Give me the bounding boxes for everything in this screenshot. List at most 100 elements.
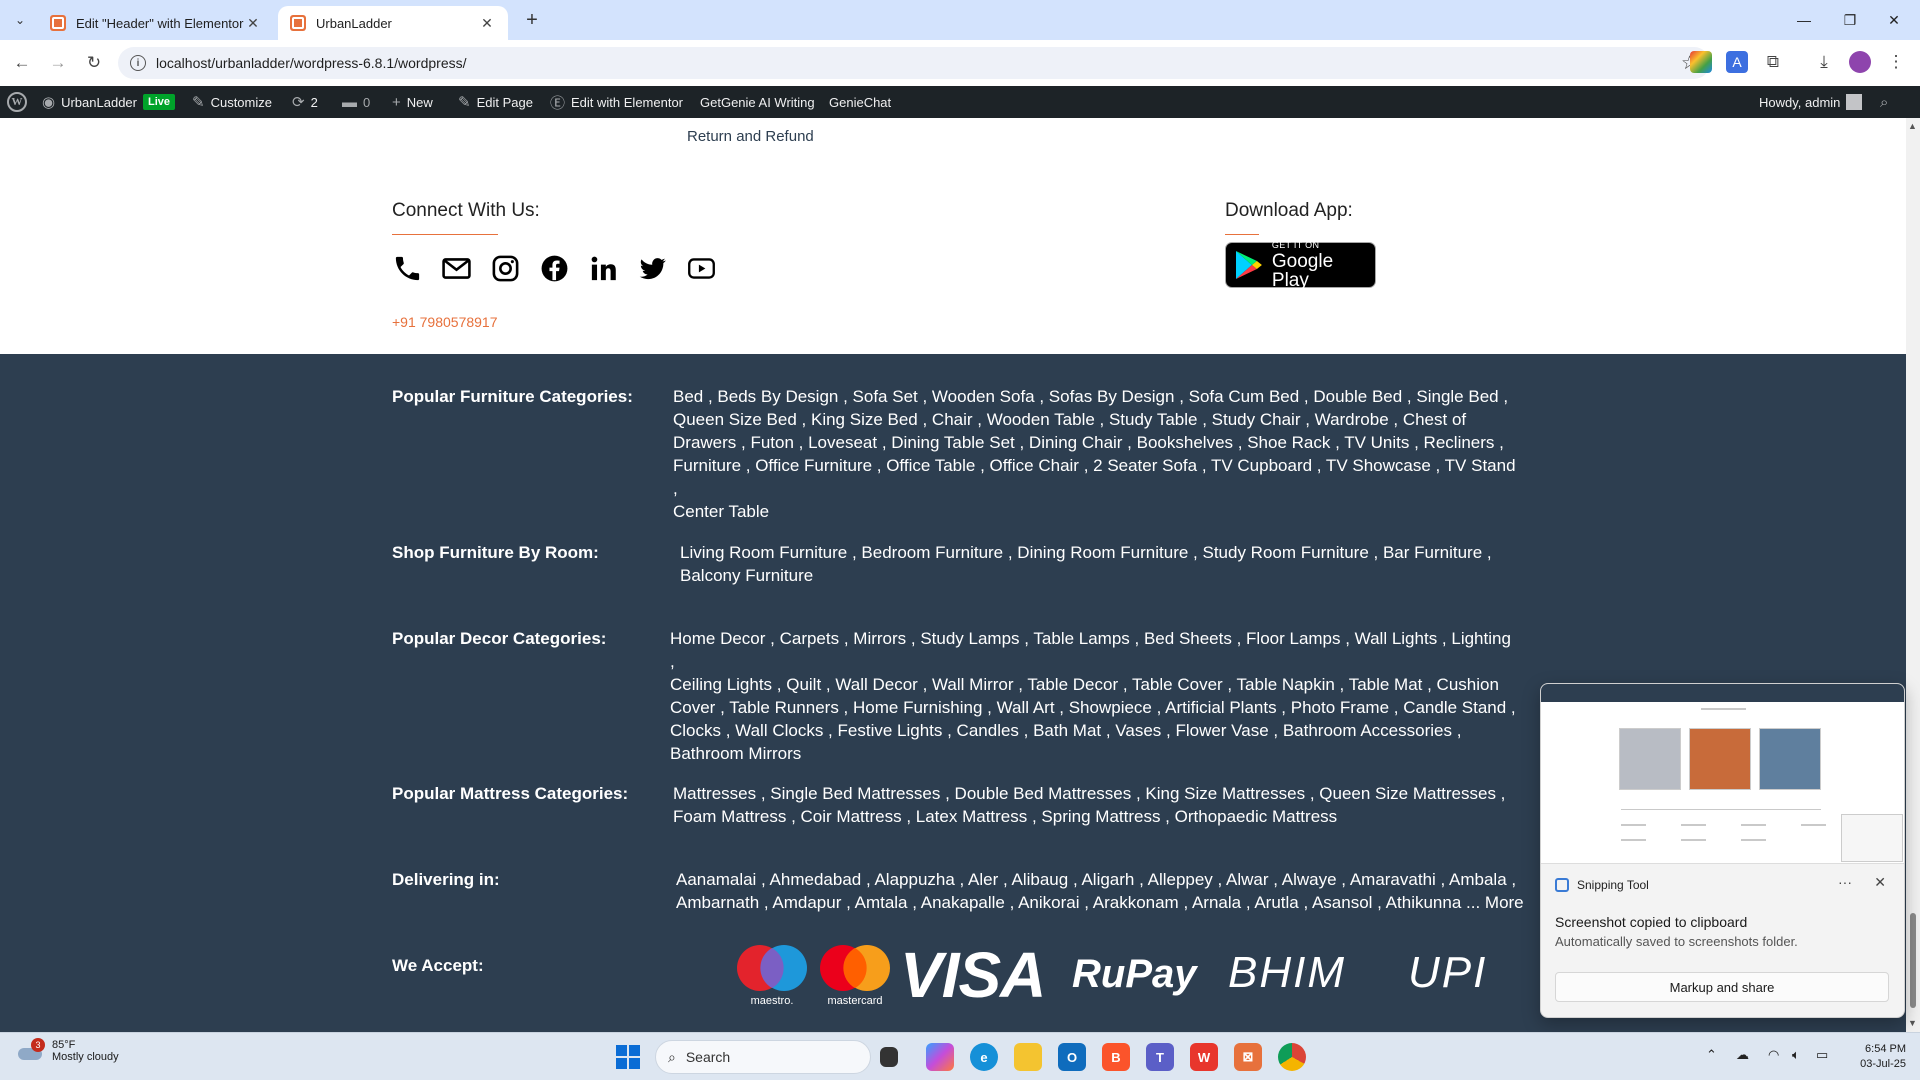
admin-comments[interactable]: ▬ 0 <box>342 86 370 118</box>
url-text[interactable]: localhost/urbanladder/wordpress-6.8.1/wo… <box>156 55 467 71</box>
tab-search-chevron-icon[interactable]: ⌄ <box>8 8 32 32</box>
edge-icon[interactable]: e <box>970 1043 998 1071</box>
copilot-icon[interactable] <box>926 1043 954 1071</box>
extensions-puzzle-icon[interactable]: ⧉ <box>1762 51 1784 73</box>
back-arrow-icon[interactable]: ← <box>8 49 36 77</box>
forward-arrow-icon[interactable]: → <box>44 49 72 77</box>
tab-urbanladder[interactable]: UrbanLadder ✕ <box>278 6 508 40</box>
list-line[interactable]: Bathroom Mirrors <box>670 742 1520 765</box>
taskbar-search[interactable]: ⌕ Search <box>655 1040 871 1074</box>
list-line[interactable]: Ambarnath , Amdapur , Amtala , Anakapall… <box>676 891 1526 914</box>
onedrive-icon[interactable]: ☁ <box>1736 1047 1749 1063</box>
wifi-icon[interactable]: ◠ <box>1768 1047 1779 1063</box>
close-icon[interactable]: ✕ <box>244 15 262 32</box>
window-close-icon[interactable]: ✕ <box>1874 6 1914 34</box>
new-tab-plus-icon[interactable]: + <box>520 8 544 32</box>
admin-search-icon[interactable]: ⌕ <box>1880 86 1888 118</box>
screenshot-thumbnail[interactable] <box>1541 684 1904 864</box>
list-line[interactable]: Aanamalai , Ahmedabad , Alappuzha , Aler… <box>676 868 1526 891</box>
file-explorer-icon[interactable] <box>1014 1043 1042 1071</box>
minimize-icon[interactable]: — <box>1784 6 1824 34</box>
scroll-down-arrow-icon[interactable]: ▼ <box>1908 1018 1917 1028</box>
teams-icon[interactable]: T <box>1146 1043 1174 1071</box>
admin-site-name[interactable]: ◉ UrbanLadder Live <box>42 86 175 118</box>
browser-tab-bar: ⌄ Edit "Header" with Elementor ✕ UrbanLa… <box>0 0 1920 40</box>
linkedin-icon[interactable] <box>588 253 619 284</box>
admin-getgenie[interactable]: GetGenie AI Writing <box>700 86 815 118</box>
list-line[interactable]: Furniture , Office Furniture , Office Ta… <box>673 454 1523 500</box>
mail-icon[interactable] <box>441 253 472 284</box>
scrollbar-thumb[interactable] <box>1910 913 1916 1008</box>
outlook-icon[interactable]: O <box>1058 1043 1086 1071</box>
list-line[interactable]: Ceiling Lights , Quilt , Wall Decor , Wa… <box>670 673 1520 696</box>
brush-icon: ✎ <box>192 94 205 111</box>
list-line[interactable]: Mattresses , Single Bed Mattresses , Dou… <box>673 782 1523 805</box>
reload-icon[interactable]: ↻ <box>80 49 108 77</box>
admin-updates[interactable]: ⟳ 2 <box>292 86 318 118</box>
thumbnail-image <box>1841 814 1903 862</box>
chrome-icon[interactable] <box>1278 1043 1306 1071</box>
tab-edit-header[interactable]: Edit "Header" with Elementor ✕ <box>38 6 274 40</box>
list-line[interactable]: Bed , Beds By Design , Sofa Set , Wooden… <box>673 385 1523 408</box>
task-view-icon[interactable] <box>880 1047 898 1067</box>
battery-icon[interactable]: ▭ <box>1816 1047 1828 1063</box>
list-line[interactable]: Clocks , Wall Clocks , Festive Lights , … <box>670 719 1520 742</box>
admin-geniechat[interactable]: GenieChat <box>829 86 891 118</box>
download-underline <box>1225 234 1259 235</box>
volume-icon[interactable]: 🔈︎ <box>1792 1047 1800 1063</box>
weather-widget[interactable]: 3 85°F Mostly cloudy <box>16 1038 119 1063</box>
translate-extension-icon[interactable]: A <box>1726 51 1748 73</box>
close-icon[interactable]: ✕ <box>1874 874 1886 891</box>
brave-icon[interactable]: B <box>1102 1043 1130 1071</box>
list-line[interactable]: Cover , Table Runners , Home Furnishing … <box>670 696 1520 719</box>
instagram-icon[interactable] <box>490 253 521 284</box>
tray-chevron-up-icon[interactable]: ⌃ <box>1706 1047 1717 1063</box>
profile-avatar[interactable] <box>1849 51 1871 73</box>
windows-start-icon[interactable] <box>616 1045 640 1069</box>
address-bar[interactable]: i localhost/urbanladder/wordpress-6.8.1/… <box>118 47 1710 79</box>
new-label: New <box>406 94 433 110</box>
youtube-icon[interactable] <box>686 253 717 284</box>
admin-edit-elementor[interactable]: Ⓔ Edit with Elementor <box>550 86 683 118</box>
more-options-icon[interactable]: ··· <box>1838 874 1852 890</box>
facebook-icon[interactable] <box>539 253 570 284</box>
list-line[interactable]: Balcony Furniture <box>680 564 1530 587</box>
room-label: Shop Furniture By Room: <box>392 543 599 562</box>
site-name: UrbanLadder <box>61 94 137 110</box>
close-icon[interactable]: ✕ <box>478 15 496 32</box>
google-play-badge[interactable]: GET IT ON Google Play <box>1225 240 1376 290</box>
thumbnail-line <box>1681 839 1706 841</box>
scroll-up-arrow-icon[interactable]: ▲ <box>1908 121 1917 131</box>
list-line[interactable]: Living Room Furniture , Bedroom Furnitur… <box>680 541 1530 564</box>
mattress-categories-list: Mattresses , Single Bed Mattresses , Dou… <box>673 782 1523 828</box>
twitter-icon[interactable] <box>637 253 668 284</box>
list-line[interactable]: Center Table <box>673 500 1523 523</box>
phone-icon[interactable] <box>392 253 423 284</box>
list-line[interactable]: Queen Size Bed , King Size Bed , Chair ,… <box>673 408 1523 431</box>
weather-description: Mostly cloudy <box>52 1051 119 1063</box>
admin-account[interactable]: Howdy, admin <box>1759 86 1863 118</box>
list-line[interactable]: Drawers , Futon , Loveseat , Dining Tabl… <box>673 431 1523 454</box>
system-clock[interactable]: 6:54 PM 03-Jul-25 <box>1860 1042 1906 1072</box>
windows-taskbar: 3 85°F Mostly cloudy ⌕ Search e O B T W … <box>0 1032 1920 1080</box>
edit-page-label: Edit Page <box>476 94 533 110</box>
admin-customize[interactable]: ✎ Customize <box>192 86 272 118</box>
xampp-icon[interactable]: ⊠ <box>1234 1043 1262 1071</box>
phone-number[interactable]: +91 7980578917 <box>392 314 498 330</box>
snipping-tool-notification[interactable]: Snipping Tool ··· ✕ Screenshot copied to… <box>1540 683 1905 1018</box>
wordpress-logo-icon[interactable]: W <box>7 86 27 118</box>
markup-share-button[interactable]: Markup and share <box>1555 972 1889 1002</box>
admin-edit-page[interactable]: ✎ Edit Page <box>458 86 533 118</box>
dashboard-icon: ◉ <box>42 94 56 111</box>
site-info-icon[interactable]: i <box>130 55 146 71</box>
menu-dots-icon[interactable]: ⋮ <box>1885 51 1907 73</box>
return-refund-link[interactable]: Return and Refund <box>687 128 814 145</box>
color-extension-icon[interactable] <box>1690 51 1712 73</box>
admin-new[interactable]: + New <box>392 86 433 118</box>
download-icon[interactable]: ⤓ <box>1813 51 1835 73</box>
wps-icon[interactable]: W <box>1190 1043 1218 1071</box>
list-line[interactable]: Foam Mattress , Coir Mattress , Latex Ma… <box>673 805 1523 828</box>
page-scrollbar[interactable]: ▲ ▼ <box>1906 118 1920 1032</box>
list-line[interactable]: Home Decor , Carpets , Mirrors , Study L… <box>670 627 1520 673</box>
restore-icon[interactable]: ❐ <box>1830 6 1870 34</box>
